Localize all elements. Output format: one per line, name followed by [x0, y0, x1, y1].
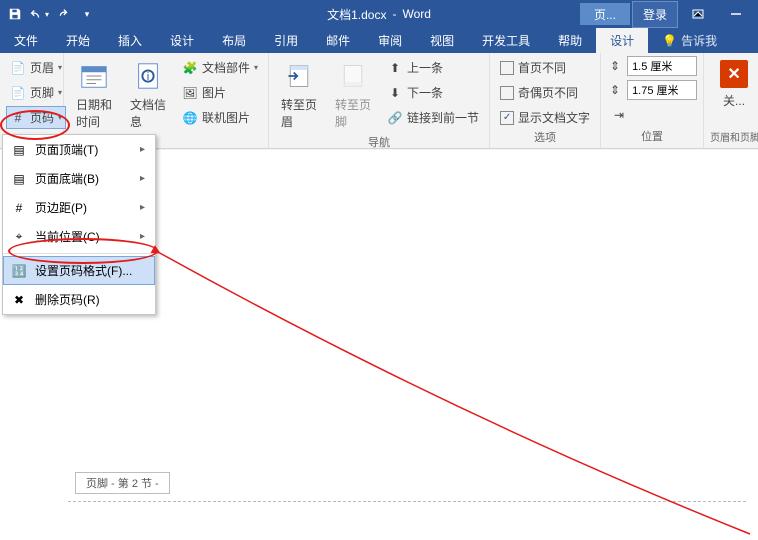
picture-icon: 🖼	[182, 85, 198, 101]
close-header-footer-button[interactable]: ✕关...	[710, 56, 758, 129]
qat-customize-icon[interactable]: ▾	[76, 3, 98, 25]
docinfo-icon: i	[132, 60, 164, 92]
page-number-dropdown: ▤页面顶端(T)▸ ▤页面底端(B)▸ #页边距(P)▸ ⌖当前位置(C)▸ 🔢…	[2, 134, 156, 315]
page-number-button[interactable]: #页码▾	[6, 106, 66, 129]
online-picture-icon: 🌐	[182, 110, 198, 126]
goto-header-icon	[283, 60, 315, 92]
svg-text:i: i	[147, 71, 150, 83]
online-picture-button[interactable]: 🌐联机图片	[178, 106, 262, 129]
link-previous-button[interactable]: 🔗链接到前一节	[383, 106, 483, 129]
next-section-button[interactable]: ⬇下一条	[383, 81, 483, 104]
page-number-current[interactable]: ⌖当前位置(C)▸	[3, 222, 155, 251]
close-x-icon: ✕	[720, 60, 748, 88]
header-distance-input[interactable]	[627, 56, 697, 76]
page-number-top[interactable]: ▤页面顶端(T)▸	[3, 135, 155, 164]
tab-home[interactable]: 开始	[52, 28, 104, 53]
minimize-icon[interactable]	[718, 3, 754, 25]
current-pos-icon: ⌖	[11, 229, 27, 245]
remove-icon: ✖	[11, 292, 27, 308]
footer-section-tag: 页脚 - 第 2 节 -	[75, 472, 170, 494]
doc-parts-button[interactable]: 🧩文档部件▾	[178, 56, 262, 79]
footer-icon: 📄	[10, 85, 26, 101]
page-number-remove[interactable]: ✖删除页码(R)	[3, 285, 155, 314]
header-distance-icon: ⇕	[607, 58, 623, 74]
diff-first-page-checkbox[interactable]: 首页不同	[496, 56, 594, 79]
redo-icon[interactable]	[52, 3, 74, 25]
tab-header-footer-design[interactable]: 设计	[596, 28, 648, 53]
group-label-position: 位置	[607, 128, 697, 146]
page-break-line	[68, 501, 746, 502]
header-button[interactable]: 📄页眉▾	[6, 56, 66, 79]
parts-icon: 🧩	[182, 60, 198, 76]
tab-layout[interactable]: 布局	[208, 28, 260, 53]
insert-alignment-tab-button[interactable]: ⇥	[607, 104, 697, 126]
footer-distance-input[interactable]	[627, 80, 697, 100]
next-icon: ⬇	[387, 85, 403, 101]
tab-icon: ⇥	[611, 107, 627, 123]
save-icon[interactable]	[4, 3, 26, 25]
page-number-margins[interactable]: #页边距(P)▸	[3, 193, 155, 222]
tab-review[interactable]: 审阅	[364, 28, 416, 53]
calendar-icon	[78, 60, 110, 92]
footer-button[interactable]: 📄页脚▾	[6, 81, 66, 104]
footer-distance-icon: ⇕	[607, 82, 623, 98]
link-icon: 🔗	[387, 110, 403, 126]
prev-section-button[interactable]: ⬆上一条	[383, 56, 483, 79]
page-bottom-icon: ▤	[11, 171, 27, 187]
page-margin-icon: #	[11, 200, 27, 216]
tab-developer[interactable]: 开发工具	[468, 28, 544, 53]
tab-file[interactable]: 文件	[0, 28, 52, 53]
picture-button[interactable]: 🖼图片	[178, 81, 262, 104]
prev-icon: ⬆	[387, 60, 403, 76]
goto-footer-button: 转至页脚	[329, 56, 377, 134]
show-doc-text-checkbox[interactable]: 显示文档文字	[496, 106, 594, 129]
page-number-format[interactable]: 🔢设置页码格式(F)...	[3, 256, 155, 285]
doc-filename: 文档1.docx	[327, 6, 386, 23]
goto-header-button[interactable]: 转至页眉	[275, 56, 323, 134]
tell-me[interactable]: 💡告诉我	[648, 28, 731, 53]
tab-mailings[interactable]: 邮件	[312, 28, 364, 53]
tab-design[interactable]: 设计	[156, 28, 208, 53]
page-number-icon: #	[10, 110, 26, 126]
header-icon: 📄	[10, 60, 26, 76]
diff-odd-even-checkbox[interactable]: 奇偶页不同	[496, 81, 594, 104]
login-button[interactable]: 登录	[632, 1, 678, 28]
group-label-options: 选项	[496, 129, 594, 147]
group-label-close: 页眉和页脚	[710, 129, 758, 146]
tab-references[interactable]: 引用	[260, 28, 312, 53]
ribbon-display-icon[interactable]	[680, 3, 716, 25]
format-icon: 🔢	[11, 263, 27, 279]
page-top-icon: ▤	[11, 142, 27, 158]
tab-insert[interactable]: 插入	[104, 28, 156, 53]
goto-footer-icon	[337, 60, 369, 92]
app-name: Word	[402, 7, 430, 21]
tab-view[interactable]: 视图	[416, 28, 468, 53]
undo-icon[interactable]: ▾	[28, 3, 50, 25]
contextual-tab-header-footer[interactable]: 页...	[580, 3, 630, 25]
page-number-bottom[interactable]: ▤页面底端(B)▸	[3, 164, 155, 193]
tab-help[interactable]: 帮助	[544, 28, 596, 53]
